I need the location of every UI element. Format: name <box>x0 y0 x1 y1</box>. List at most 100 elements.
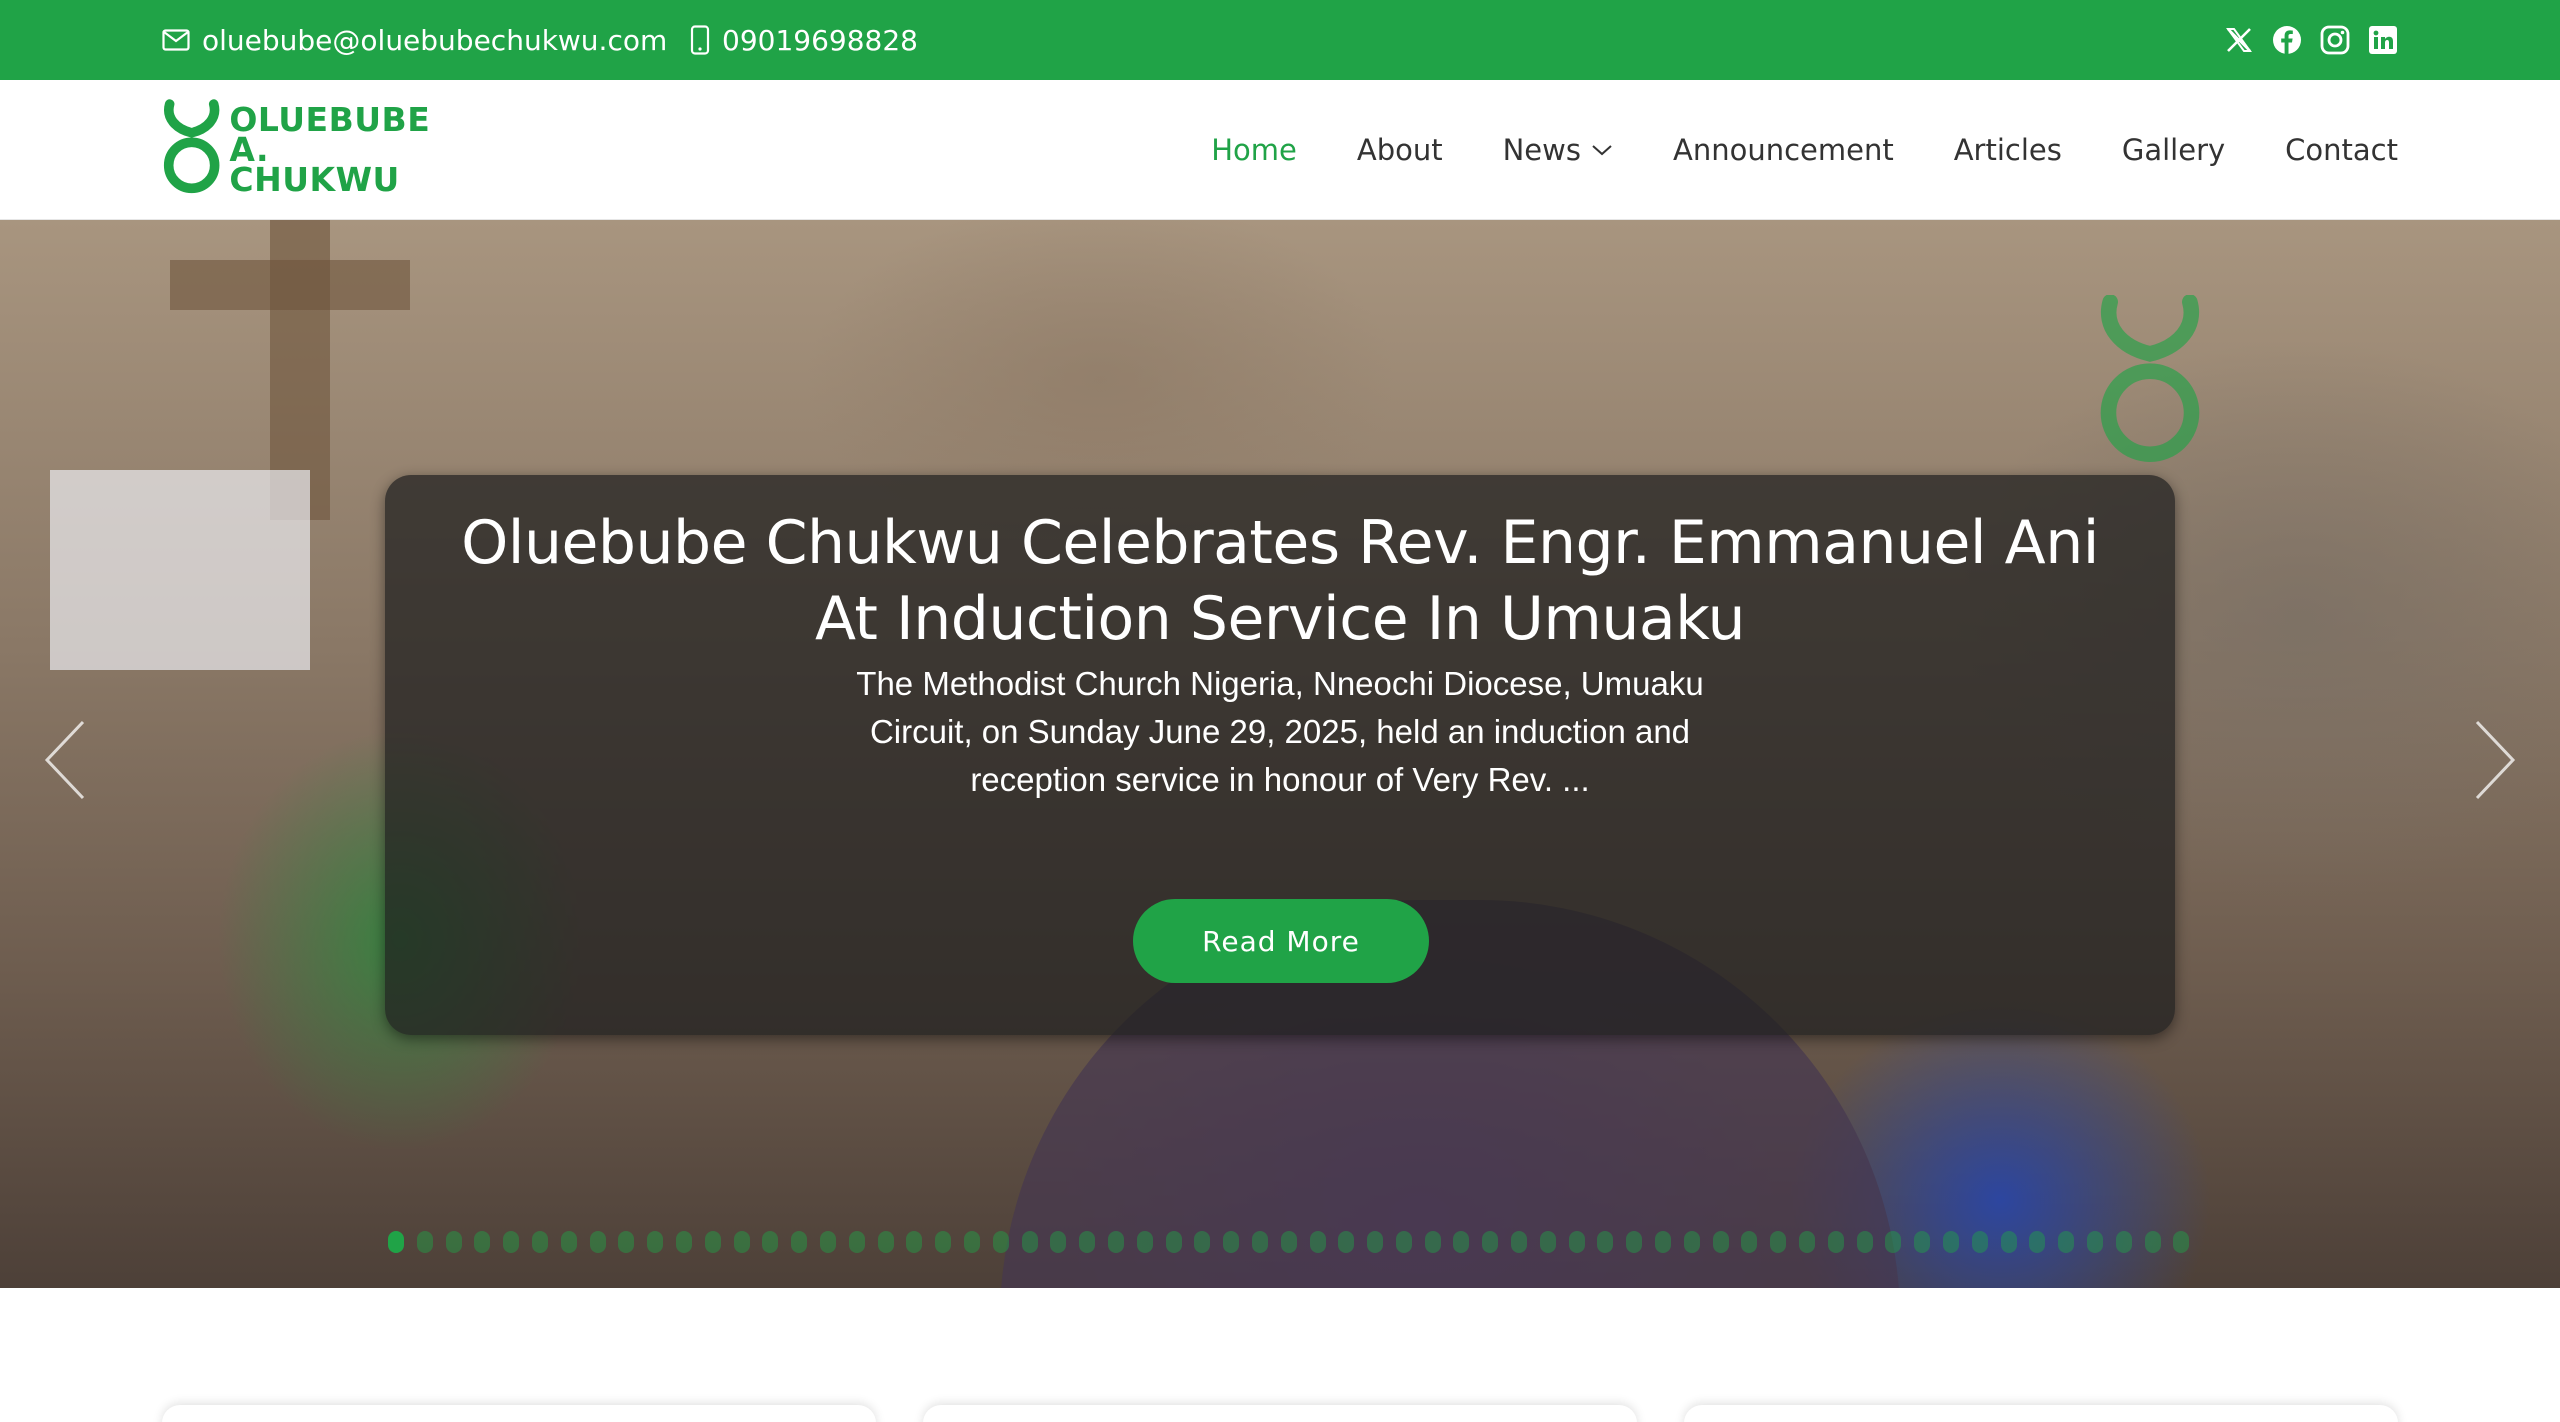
chevron-right-icon <box>2475 720 2516 800</box>
slide-dot[interactable] <box>992 1231 1009 1253</box>
nav-announcement[interactable]: Announcement <box>1673 133 1894 167</box>
slide-dot[interactable] <box>1626 1231 1643 1253</box>
slide-dot[interactable] <box>2087 1231 2104 1253</box>
slide-dot[interactable] <box>1799 1231 1816 1253</box>
logo-line-2: A. CHUKWU <box>229 130 400 199</box>
slide-dot[interactable] <box>1453 1231 1470 1253</box>
background-window <box>50 470 310 670</box>
instagram-icon[interactable] <box>2320 25 2350 55</box>
slide-dot[interactable] <box>1568 1231 1585 1253</box>
cards-row <box>162 1405 2398 1422</box>
slide-dot[interactable] <box>1655 1231 1672 1253</box>
slide-dot[interactable] <box>1511 1231 1528 1253</box>
slide-dot[interactable] <box>1194 1231 1211 1253</box>
nav-news-label: News <box>1502 133 1581 167</box>
chevron-left-icon <box>44 720 85 800</box>
x-icon[interactable] <box>2224 25 2254 55</box>
slide-title: Oluebube Chukwu Celebrates Rev. Engr. Em… <box>461 508 2099 654</box>
card[interactable] <box>1684 1405 2398 1422</box>
slide-dot[interactable] <box>1021 1231 1038 1253</box>
slide-dot[interactable] <box>1914 1231 1931 1253</box>
slide-dot[interactable] <box>2029 1231 2046 1253</box>
slide-dot[interactable] <box>1683 1231 1700 1253</box>
linkedin-icon[interactable] <box>2368 25 2398 55</box>
slide-dot[interactable] <box>1367 1231 1384 1253</box>
slide-dot[interactable] <box>1482 1231 1499 1253</box>
slide-dot[interactable] <box>1309 1231 1326 1253</box>
slide-dot[interactable] <box>2000 1231 2017 1253</box>
slide-dot[interactable] <box>1885 1231 1902 1253</box>
slide-dot[interactable] <box>531 1231 548 1253</box>
slide-dot[interactable] <box>733 1231 750 1253</box>
previous-slide-button[interactable] <box>35 710 95 810</box>
slide-dot[interactable] <box>1712 1231 1729 1253</box>
slide-caption: Oluebube Chukwu Celebrates Rev. Engr. Em… <box>385 475 2175 1035</box>
slide-dot[interactable] <box>560 1231 577 1253</box>
slide-dot[interactable] <box>1539 1231 1556 1253</box>
slide-dot[interactable] <box>2173 1231 2190 1253</box>
slide-dot[interactable] <box>1223 1231 1240 1253</box>
slide-dot[interactable] <box>791 1231 808 1253</box>
slide-dot[interactable] <box>1165 1231 1182 1253</box>
slide-dot[interactable] <box>1943 1231 1960 1253</box>
slide-dot[interactable] <box>1827 1231 1844 1253</box>
slide-dot[interactable] <box>618 1231 635 1253</box>
slide-dot[interactable] <box>2058 1231 2075 1253</box>
logo-text: OLUEBUBE A. CHUKWU <box>229 103 442 199</box>
slide-dot[interactable] <box>963 1231 980 1253</box>
slide-dot[interactable] <box>1079 1231 1096 1253</box>
email-link[interactable]: oluebube@oluebubechukwu.com <box>162 0 667 80</box>
slide-dot[interactable] <box>1338 1231 1355 1253</box>
slide-dot[interactable] <box>388 1231 404 1253</box>
slide-dot[interactable] <box>474 1231 491 1253</box>
nav-news[interactable]: News <box>1503 133 1613 167</box>
slide-dot[interactable] <box>1856 1231 1873 1253</box>
facebook-icon[interactable] <box>2272 25 2302 55</box>
slide-dot[interactable] <box>416 1231 433 1253</box>
phone-link[interactable]: 09019698828 <box>690 0 918 80</box>
main-nav: Home About News Announcement Articles Ga… <box>1151 80 2398 220</box>
slide-dot[interactable] <box>819 1231 836 1253</box>
slide-dot[interactable] <box>762 1231 779 1253</box>
nav-gallery[interactable]: Gallery <box>2122 133 2225 167</box>
slide-dot[interactable] <box>1280 1231 1297 1253</box>
nav-contact[interactable]: Contact <box>2285 133 2398 167</box>
slide-dot[interactable] <box>1395 1231 1412 1253</box>
envelope-icon <box>162 29 190 51</box>
slide-dot[interactable] <box>848 1231 865 1253</box>
nav-home[interactable]: Home <box>1211 133 1297 167</box>
slide-dot[interactable] <box>906 1231 923 1253</box>
slide-indicators <box>388 1230 2202 1254</box>
slide-dot[interactable] <box>445 1231 462 1253</box>
phone-icon <box>690 25 710 55</box>
slide-dot[interactable] <box>2144 1231 2161 1253</box>
slide-dot[interactable] <box>1424 1231 1441 1253</box>
card[interactable] <box>923 1405 1637 1422</box>
slide-excerpt: The Methodist Church Nigeria, Nneochi Di… <box>856 665 1704 798</box>
slide-dot[interactable] <box>2115 1231 2132 1253</box>
nav-articles[interactable]: Articles <box>1954 133 2062 167</box>
slide-dot[interactable] <box>647 1231 664 1253</box>
slide-dot[interactable] <box>1251 1231 1268 1253</box>
slide-dot[interactable] <box>1050 1231 1067 1253</box>
slide-dot[interactable] <box>1136 1231 1153 1253</box>
card[interactable] <box>162 1405 876 1422</box>
watermark-logo-icon <box>2100 295 2200 463</box>
site-logo[interactable]: OLUEBUBE A. CHUKWU <box>162 98 442 202</box>
slide-dot[interactable] <box>675 1231 692 1253</box>
slide-dot[interactable] <box>704 1231 721 1253</box>
read-more-button[interactable]: Read More <box>1133 899 1429 983</box>
slide-dot[interactable] <box>1770 1231 1787 1253</box>
social-links <box>2224 0 2398 80</box>
slide-dot[interactable] <box>877 1231 894 1253</box>
slide-dot[interactable] <box>503 1231 520 1253</box>
nav-about[interactable]: About <box>1357 133 1443 167</box>
next-slide-button[interactable] <box>2465 710 2525 810</box>
slide-dot[interactable] <box>1597 1231 1614 1253</box>
slide-dot[interactable] <box>589 1231 606 1253</box>
slide-dot[interactable] <box>1741 1231 1758 1253</box>
slide-dot[interactable] <box>1107 1231 1124 1253</box>
email-text: oluebube@oluebubechukwu.com <box>202 23 668 57</box>
slide-dot[interactable] <box>1971 1231 1988 1253</box>
slide-dot[interactable] <box>935 1231 952 1253</box>
